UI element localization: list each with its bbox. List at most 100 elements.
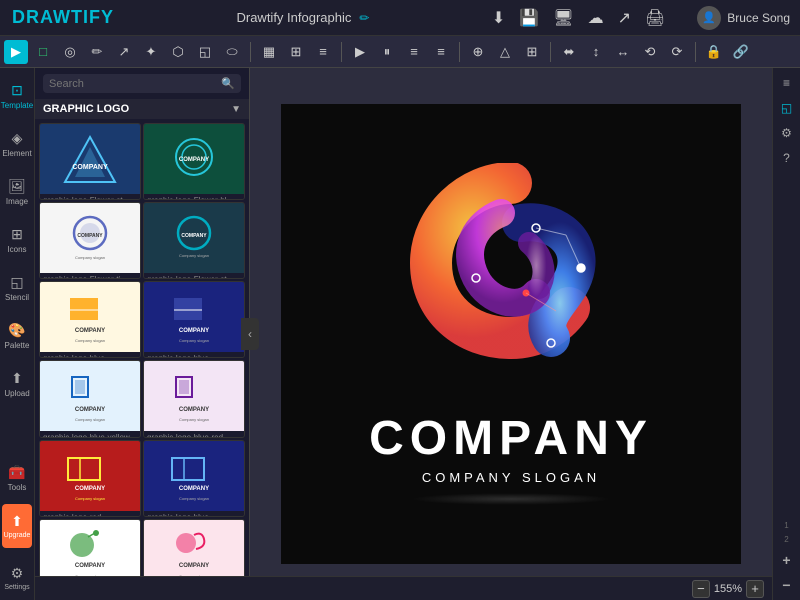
link-tool[interactable]: 🔗 <box>729 40 753 64</box>
ellipse-tool[interactable]: ⬭ <box>220 40 244 64</box>
dropdown-icon[interactable]: ▼ <box>231 104 241 115</box>
slogan-text: COMPANY SLOGAN <box>422 470 600 485</box>
topbar-actions: ⬇ 💾 🖥 ☁ ↗ 🖨 <box>480 8 677 28</box>
search-input[interactable] <box>49 78 217 90</box>
right-tool-menu[interactable]: ≡ <box>776 72 798 94</box>
align2-tool[interactable]: ≡ <box>429 40 453 64</box>
search-box[interactable]: 🔍 <box>43 74 241 93</box>
right-tool-help[interactable]: ? <box>776 147 798 169</box>
lock-tool[interactable]: 🔒 <box>702 40 726 64</box>
toolbar-divider-2 <box>341 42 342 62</box>
left-sidebar: ⊡ Template ◈ Element 🖼 Image ⊞ Icons ◱ S… <box>0 68 35 600</box>
template-item[interactable]: COMPANY Company slogan graphic-logo-red5… <box>39 440 141 517</box>
template-name: graphic-logo-blue500*500 px <box>144 352 244 358</box>
triangle-tool[interactable]: △ <box>493 40 517 64</box>
svg-text:Company slogan: Company slogan <box>75 496 105 501</box>
canvas-area[interactable]: COMPANY COMPANY SLOGAN <box>250 68 772 600</box>
zoom-plus-button[interactable]: + <box>746 580 764 598</box>
add-tool[interactable]: ⊕ <box>466 40 490 64</box>
flip-h-tool[interactable]: ↔ <box>611 40 635 64</box>
template-item[interactable]: COMPANY graphic-logo-Flower-st...500*500… <box>39 123 141 200</box>
sidebar-item-icons[interactable]: ⊞ Icons <box>2 218 32 262</box>
template-panel: 🔍 GRAPHIC LOGO ▼ COMPANY graphic-logo-Fl… <box>35 68 250 600</box>
topbar: DRAWTIFY Drawtify Infographic ✏ ⬇ 💾 🖥 ☁ … <box>0 0 800 36</box>
app-logo: DRAWTIFY <box>0 7 126 28</box>
align-tool[interactable]: ≡ <box>402 40 426 64</box>
template-name: graphic-logo-blue-red500*500 px <box>144 431 244 437</box>
rotate-right-tool[interactable]: ⟳ <box>665 40 689 64</box>
zoom-in-side[interactable]: + <box>776 549 798 571</box>
sidebar-item-settings[interactable]: ⚙ Settings <box>2 556 32 600</box>
canvas[interactable]: COMPANY COMPANY SLOGAN <box>281 104 741 564</box>
save-icon[interactable]: 💾 <box>519 8 539 28</box>
sidebar-item-upload[interactable]: ⬆ Upload <box>2 362 32 406</box>
template-item[interactable]: COMPANY Company slogan graphic-logo-blue… <box>39 360 141 437</box>
icons-icon: ⊞ <box>11 226 23 243</box>
logo-draw: DRAW <box>12 7 71 27</box>
print-icon[interactable]: 🖨 <box>645 8 665 28</box>
preview-icon[interactable]: 🖥 <box>553 8 573 28</box>
template-name: graphic-logo-blue500*500 px <box>144 511 244 517</box>
select-tool[interactable]: ▶ <box>4 40 28 64</box>
template-item[interactable]: COMPANY Company slogan graphic-logo-blue… <box>143 360 245 437</box>
svg-text:Company slogan: Company slogan <box>75 338 105 343</box>
template-item[interactable]: COMPANY graphic-logo-Flower-bl...500*500… <box>143 123 245 200</box>
video-tool[interactable]: ▶ <box>348 40 372 64</box>
template-item[interactable]: COMPANY Company slogan graphic-logo-blue… <box>143 440 245 517</box>
zoom-out-side[interactable]: − <box>776 574 798 596</box>
toolbar-divider-3 <box>459 42 460 62</box>
pen-tool[interactable]: ✏ <box>85 40 109 64</box>
template-item[interactable]: COMPANY Company slogan graphic-logo-blue… <box>39 281 141 358</box>
list-tool[interactable]: ≡ <box>311 40 335 64</box>
table-tool[interactable]: ⊞ <box>284 40 308 64</box>
sidebar-item-palette[interactable]: 🎨 Palette <box>2 314 32 358</box>
share-icon[interactable]: ↗ <box>618 8 631 28</box>
template-name: graphic-logo-Flower-st...500*500 px <box>40 194 140 200</box>
star-tool[interactable]: ✦ <box>139 40 163 64</box>
grid-tool[interactable]: ▦ <box>257 40 281 64</box>
pause-tool[interactable]: ⏸ <box>375 40 399 64</box>
template-name: graphic-logo-Flower-bl...500*500 px <box>144 194 244 200</box>
category-title: GRAPHIC LOGO <box>43 103 129 115</box>
zoom-minus-button[interactable]: − <box>692 580 710 598</box>
template-name: graphic-logo-Flower-ti...500*500 px <box>40 273 140 279</box>
toolbar-divider-1 <box>250 42 251 62</box>
frame-tool[interactable]: ◱ <box>193 40 217 64</box>
user-avatar[interactable]: 👤 <box>697 6 721 30</box>
sidebar-item-element[interactable]: ◈ Element <box>2 122 32 166</box>
svg-text:COMPANY: COMPANY <box>75 563 105 569</box>
arrow-tool[interactable]: ↗ <box>112 40 136 64</box>
svg-text:Company slogan: Company slogan <box>179 253 209 258</box>
grid2-tool[interactable]: ⊞ <box>520 40 544 64</box>
template-item[interactable]: COMPANY Company slogan graphic-logo-blue… <box>143 281 245 358</box>
sidebar-item-image[interactable]: 🖼 Image <box>2 170 32 214</box>
template-item[interactable]: COMPANY Company slogan graphic-logo-Flow… <box>143 202 245 279</box>
resize-h-tool[interactable]: ⬌ <box>557 40 581 64</box>
resize-v-tool[interactable]: ↕ <box>584 40 608 64</box>
sidebar-item-tools[interactable]: 🧰 Tools <box>2 456 32 500</box>
right-tool-props[interactable]: ⚙ <box>776 122 798 144</box>
rotate-left-tool[interactable]: ⟲ <box>638 40 662 64</box>
settings-icon: ⚙ <box>11 565 24 582</box>
edit-title-icon[interactable]: ✏ <box>359 11 369 25</box>
right-tool-layers[interactable]: ◱ <box>776 97 798 119</box>
sidebar-item-template[interactable]: ⊡ Template <box>2 74 32 118</box>
template-item[interactable]: COMPANY Company slogan graphic-logo-Flow… <box>39 202 141 279</box>
svg-text:COMPANY: COMPANY <box>179 328 209 334</box>
sidebar-label-tools: Tools <box>8 483 27 492</box>
template-name: graphic-logo-blue500*500 px <box>40 352 140 358</box>
polygon-tool[interactable]: ⬡ <box>166 40 190 64</box>
palette-icon: 🎨 <box>8 322 25 339</box>
sidebar-item-stencil[interactable]: ◱ Stencil <box>2 266 32 310</box>
ruler-mark-1: 1 <box>784 521 788 530</box>
rect-tool[interactable]: □ <box>31 40 55 64</box>
main-area: ⊡ Template ◈ Element 🖼 Image ⊞ Icons ◱ S… <box>0 68 800 600</box>
logo-tify: TIFY <box>71 7 114 27</box>
circle-tool[interactable]: ◎ <box>58 40 82 64</box>
sidebar-item-upgrade[interactable]: ⬆ Upgrade <box>2 504 32 548</box>
download-icon[interactable]: ⬇ <box>492 8 505 28</box>
category-header: GRAPHIC LOGO ▼ <box>35 99 249 119</box>
panel-collapse-button[interactable]: ‹ <box>241 318 259 350</box>
cloud-icon[interactable]: ☁ <box>588 8 604 28</box>
toolbar-divider-5 <box>695 42 696 62</box>
